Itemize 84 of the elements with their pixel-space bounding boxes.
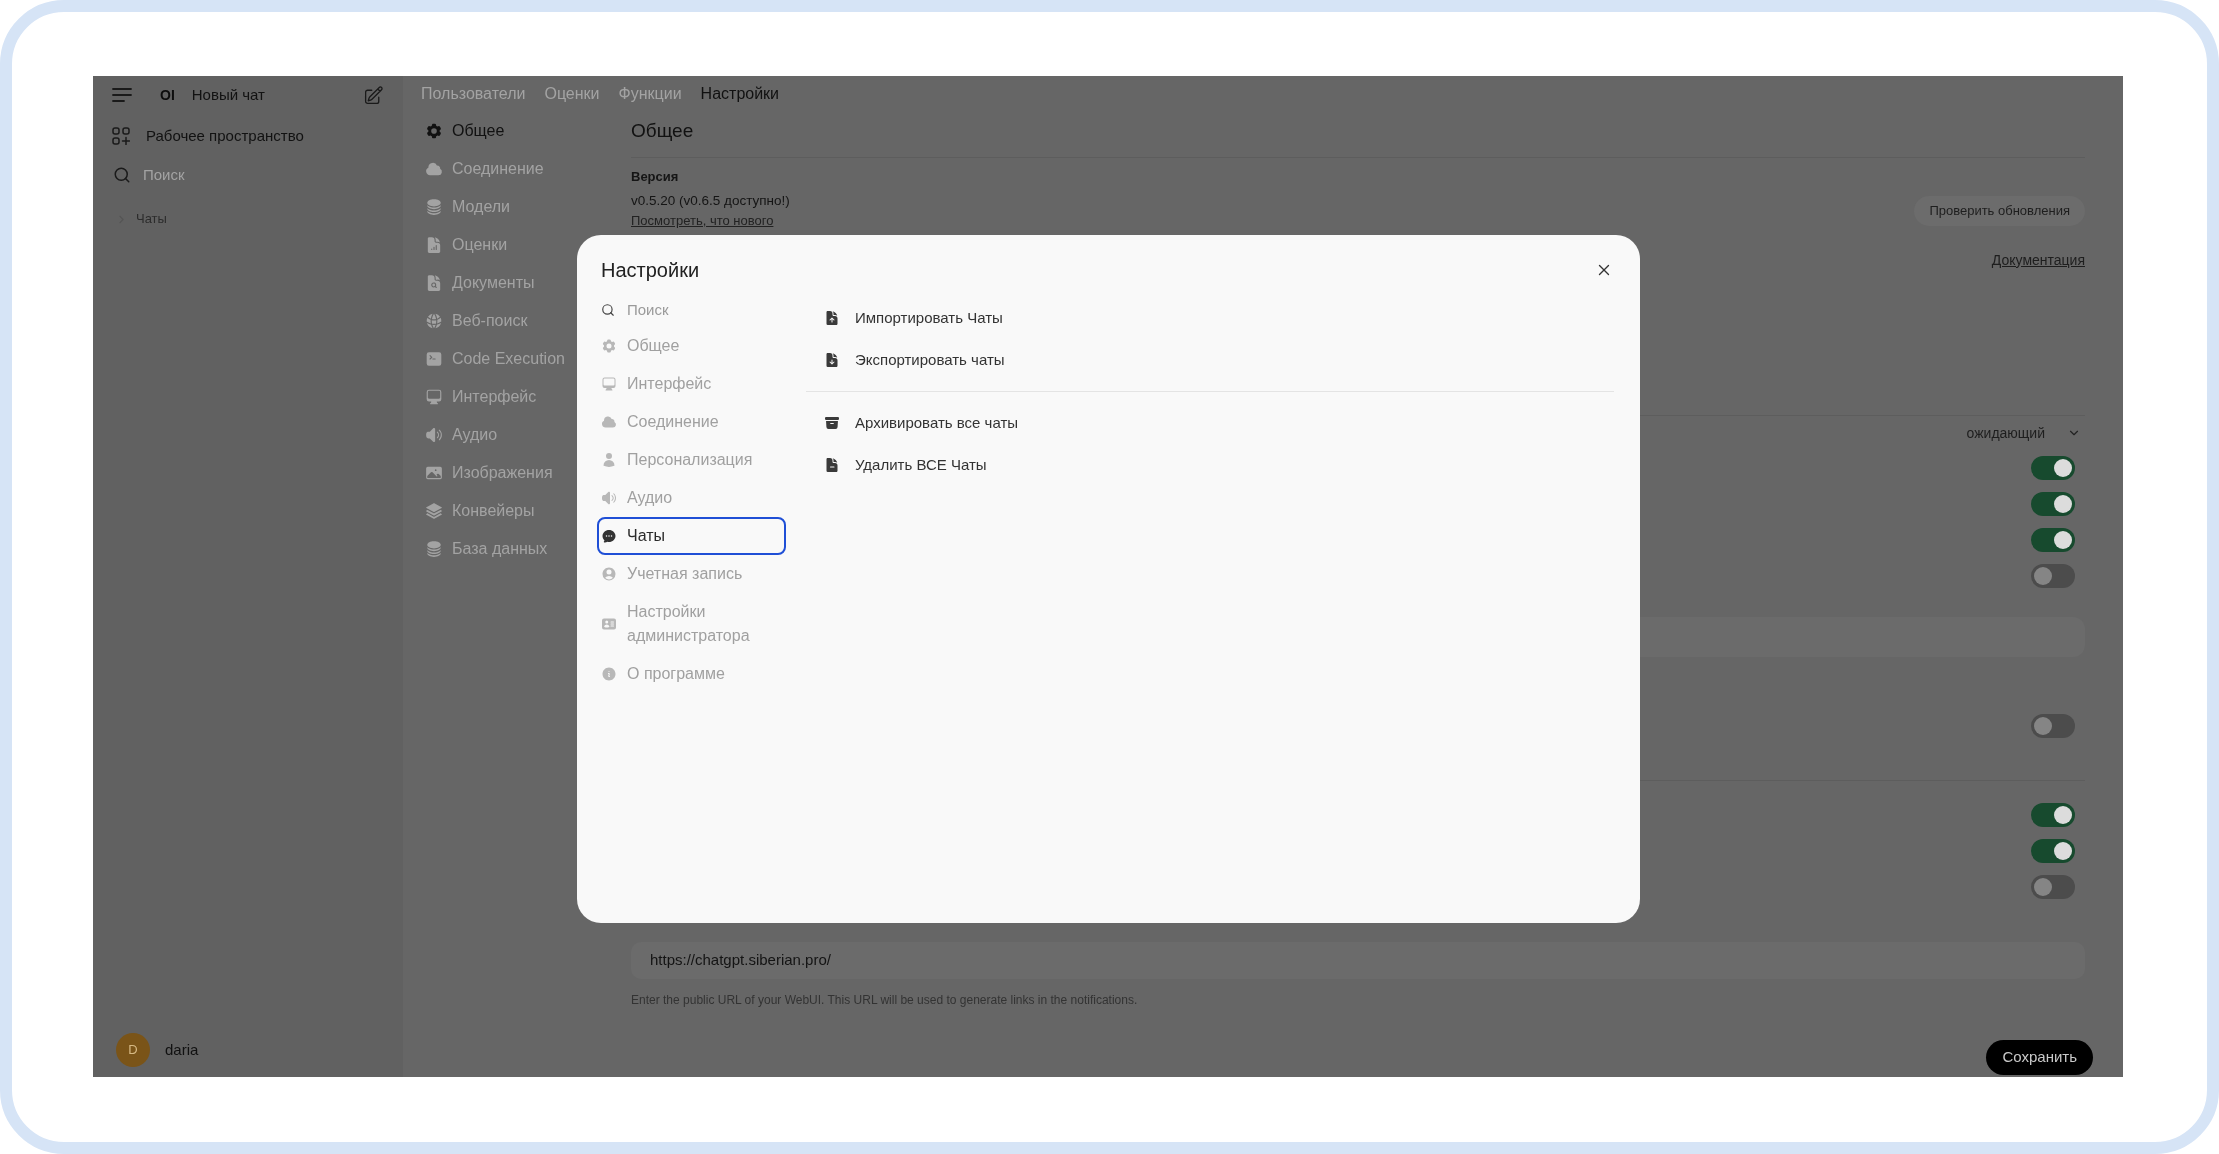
user-icon xyxy=(601,452,617,468)
whats-new-link[interactable]: Посмотреть, что нового xyxy=(631,212,774,230)
speaker-icon xyxy=(425,426,443,444)
menu-icon[interactable] xyxy=(112,88,132,102)
dialog-nav-item[interactable]: Персонализация xyxy=(597,441,786,479)
settings-nav-item[interactable]: Интерфейс xyxy=(421,378,537,416)
monitor-icon xyxy=(425,388,443,406)
cloud-icon xyxy=(601,414,617,430)
dialog-nav-item[interactable]: Аудио xyxy=(597,479,786,517)
speaker-icon xyxy=(601,490,617,506)
section-title: Общее xyxy=(631,118,694,143)
info-icon xyxy=(601,666,617,682)
url-input[interactable]: https://chatgpt.siberian.pro/ xyxy=(631,942,2085,979)
settings-nav-item[interactable]: Общее xyxy=(421,112,505,150)
toggle-switch[interactable] xyxy=(2031,528,2075,552)
dialog-nav-item[interactable]: О программе xyxy=(597,655,786,693)
gear-icon xyxy=(425,122,443,140)
settings-nav-item[interactable]: Веб-поиск xyxy=(421,302,528,340)
settings-nav-item[interactable]: Документы xyxy=(421,264,535,302)
gear-icon xyxy=(601,338,617,354)
new-chat-link[interactable]: Новый чат xyxy=(191,83,265,107)
status-select[interactable]: ожидающий xyxy=(1966,422,2085,444)
chat-bubble-icon xyxy=(601,528,617,544)
chat-action-button[interactable]: Импортировать Чаты xyxy=(824,306,1003,330)
toggle-switch[interactable] xyxy=(2031,803,2075,827)
globe-icon xyxy=(425,312,443,330)
dialog-nav-item[interactable]: Чаты xyxy=(597,517,786,555)
database-icon xyxy=(425,540,443,558)
toggle-switch[interactable] xyxy=(2031,714,2075,738)
file-minus-icon xyxy=(824,457,840,473)
search-field[interactable]: Поиск xyxy=(627,298,777,322)
dialog-title: Настройки xyxy=(601,258,700,283)
chat-action-button[interactable]: Удалить ВСЕ Чаты xyxy=(824,453,987,477)
chat-action-button[interactable]: Экспортировать чаты xyxy=(824,348,1005,372)
archive-icon xyxy=(824,415,840,431)
chart-document-icon xyxy=(425,236,443,254)
database-icon xyxy=(425,198,443,216)
search-icon xyxy=(113,166,131,184)
settings-nav-item[interactable]: База данных xyxy=(421,530,548,568)
dialog-nav-item[interactable]: Настройки администратора xyxy=(597,593,786,655)
settings-nav-item[interactable]: Соединение xyxy=(421,150,544,188)
terminal-icon xyxy=(425,350,443,368)
layers-icon xyxy=(425,502,443,520)
admin-tab[interactable]: Оценки xyxy=(544,82,600,106)
logo: OI xyxy=(160,88,175,102)
version-label: Версия xyxy=(631,168,679,186)
settings-nav-item[interactable]: Модели xyxy=(421,188,511,226)
edit-icon[interactable] xyxy=(363,84,384,106)
admin-tab[interactable]: Функции xyxy=(618,82,682,106)
toggle-switch[interactable] xyxy=(2031,456,2075,480)
docs-link[interactable]: Документация xyxy=(1991,249,2085,271)
id-card-icon xyxy=(601,616,617,632)
input-field[interactable] xyxy=(1640,617,2085,657)
monitor-icon xyxy=(601,376,617,392)
settings-nav-item[interactable]: Code Execution xyxy=(421,340,565,378)
chat-action-button[interactable]: Архивировать все чаты xyxy=(824,411,1019,435)
dialog-nav-item[interactable]: Учетная запись xyxy=(597,555,786,593)
dialog-nav-item[interactable]: Интерфейс xyxy=(597,365,786,403)
file-download-icon xyxy=(824,352,840,368)
workspace-link[interactable]: Рабочее пространство xyxy=(93,118,403,154)
image-icon xyxy=(425,464,443,482)
cloud-icon xyxy=(425,160,443,178)
toggle-switch[interactable] xyxy=(2031,839,2075,863)
version-text: v0.5.20 (v0.6.5 доступно!) xyxy=(631,192,790,210)
admin-tab[interactable]: Настройки xyxy=(700,82,780,106)
file-upload-icon xyxy=(824,310,840,326)
dialog-nav-item[interactable]: Соединение xyxy=(597,403,786,441)
toggle-switch[interactable] xyxy=(2031,492,2075,516)
admin-tab[interactable]: Пользователи xyxy=(421,82,526,106)
dialog-nav-item[interactable]: Общее xyxy=(597,327,786,365)
settings-nav-item[interactable]: Аудио xyxy=(421,416,498,454)
check-updates-button[interactable]: Проверить обновления xyxy=(1914,196,2085,226)
settings-nav-item[interactable]: Оценки xyxy=(421,226,508,264)
search-field[interactable]: Поиск xyxy=(143,163,343,187)
settings-nav-item[interactable]: Конвейеры xyxy=(421,492,535,530)
search-icon xyxy=(601,303,615,317)
user-avatar[interactable]: D xyxy=(116,1033,150,1067)
toggle-switch[interactable] xyxy=(2031,875,2075,899)
grid-plus-icon xyxy=(112,127,130,145)
user-name[interactable]: daria xyxy=(165,1038,199,1062)
settings-nav-item[interactable]: Изображения xyxy=(421,454,553,492)
save-button[interactable]: Сохранить xyxy=(1986,1040,2093,1075)
toggle-switch[interactable] xyxy=(2031,564,2075,588)
document-search-icon xyxy=(425,274,443,292)
